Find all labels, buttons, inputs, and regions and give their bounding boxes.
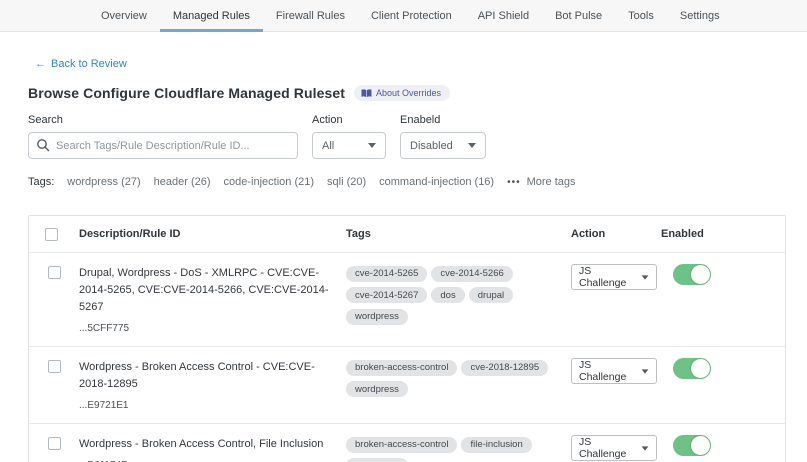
enabled-filter-value: Disabled	[410, 140, 453, 152]
rule-description: Drupal, Wordpress - DoS - XMLRPC - CVE:C…	[79, 265, 332, 316]
rule-action-dropdown[interactable]: JS Challenge	[571, 358, 657, 384]
action-filter-dropdown[interactable]: All	[312, 132, 386, 159]
chevron-down-icon	[468, 143, 476, 148]
rule-action-value: JS Challenge	[579, 359, 641, 383]
tag-pill[interactable]: cve-2018-12895	[461, 360, 548, 376]
rule-id: ...E9721E1	[79, 400, 332, 411]
ellipsis-icon: •••	[507, 177, 521, 188]
rule-tags: broken-access-controlfile-inclusion wordp…	[346, 424, 571, 462]
chevron-down-icon	[642, 275, 649, 279]
tab-tools[interactable]: Tools	[615, 0, 667, 31]
top-nav-bar: OverviewManaged RulesFirewall RulesClien…	[0, 0, 807, 32]
action-filter-value: All	[322, 140, 334, 152]
chevron-down-icon	[642, 369, 649, 373]
tags-bar: Tags: wordpress (27) header (26) code-inje…	[28, 176, 786, 188]
tag-filter-sqli-20[interactable]: sqli (20)	[327, 176, 366, 188]
table-row: Wordpress - Broken Access Control - CVE:…	[29, 346, 785, 423]
enabled-filter-group: Enabeld Disabled	[400, 114, 486, 159]
rule-description: Wordpress - Broken Access Control - CVE:…	[79, 359, 332, 393]
tab-bot-pulse[interactable]: Bot Pulse	[542, 0, 615, 31]
row-checkbox[interactable]	[48, 437, 61, 450]
search-input[interactable]	[28, 132, 298, 159]
about-overrides-badge[interactable]: About Overrides	[354, 85, 450, 101]
tag-pill[interactable]: drupal	[469, 287, 513, 303]
tab-managed-rules[interactable]: Managed Rules	[160, 0, 263, 31]
rule-action-dropdown[interactable]: JS Challenge	[571, 435, 657, 461]
table-row: Drupal, Wordpress - DoS - XMLRPC - CVE:C…	[29, 252, 785, 346]
column-header-description: Description/Rule ID	[79, 216, 346, 252]
tag-pill[interactable]: cve-2014-5267	[346, 287, 427, 303]
chevron-down-icon	[368, 143, 376, 148]
column-header-enabled: Enabled	[661, 216, 785, 252]
back-arrow-icon: ←	[35, 58, 46, 70]
enabled-label: Enabeld	[400, 114, 486, 126]
enabled-filter-dropdown[interactable]: Disabled	[400, 132, 486, 159]
rule-tags: broken-access-controlcve-2018-12895 wordp…	[346, 347, 571, 423]
rule-tags: cve-2014-5265cve-2014-5266cve-2014-5267d…	[346, 253, 571, 346]
tag-pill[interactable]: wordpress	[346, 309, 408, 325]
chevron-down-icon	[642, 446, 649, 450]
rule-enabled-toggle[interactable]	[673, 435, 711, 456]
back-link-label: Back to Review	[51, 58, 127, 70]
tag-filter-header-26[interactable]: header (26)	[154, 176, 211, 188]
table-body: Drupal, Wordpress - DoS - XMLRPC - CVE:C…	[29, 252, 785, 462]
search-icon	[36, 138, 50, 152]
rule-enabled-toggle[interactable]	[673, 358, 711, 379]
book-icon	[361, 89, 372, 98]
tag-pill[interactable]: wordpress	[346, 381, 408, 397]
rule-action-dropdown[interactable]: JS Challenge	[571, 264, 657, 290]
tab-firewall-rules[interactable]: Firewall Rules	[263, 0, 358, 31]
tab-client-protection[interactable]: Client Protection	[358, 0, 465, 31]
tag-filter-code-injection-21[interactable]: code-injection (21)	[224, 176, 315, 188]
tag-filter-command-injection-16[interactable]: command-injection (16)	[379, 176, 494, 188]
column-header-tags: Tags	[346, 216, 571, 252]
rule-action-value: JS Challenge	[579, 436, 641, 460]
row-checkbox[interactable]	[48, 360, 61, 373]
toggle-knob	[691, 265, 710, 284]
tab-api-shield[interactable]: API Shield	[465, 0, 542, 31]
badge-label: About Overrides	[376, 88, 441, 98]
search-filter-group: Search	[28, 114, 298, 159]
rule-action-value: JS Challenge	[579, 265, 641, 289]
page-title: Browse Configure Cloudflare Managed Rule…	[28, 85, 345, 101]
table-row: Wordpress - Broken Access Control, File …	[29, 423, 785, 462]
action-filter-group: Action All	[312, 114, 386, 159]
rule-description: Wordpress - Broken Access Control, File …	[79, 436, 332, 453]
rule-enabled-toggle[interactable]	[673, 264, 711, 285]
tag-pill[interactable]: broken-access-control	[346, 437, 457, 453]
nav-tabs: OverviewManaged RulesFirewall RulesClien…	[88, 0, 667, 31]
tag-pill[interactable]: cve-2014-5266	[431, 266, 512, 282]
tab-settings[interactable]: Settings	[667, 0, 733, 31]
action-label: Action	[312, 114, 386, 126]
tag-filter-wordpress-27[interactable]: wordpress (27)	[67, 176, 140, 188]
tag-pill[interactable]: file-inclusion	[461, 437, 531, 453]
rule-id: ...5CFF775	[79, 323, 332, 334]
rules-table: Description/Rule ID Tags Action Enabled …	[28, 215, 786, 462]
tag-pill[interactable]: wordpress	[346, 458, 408, 462]
row-checkbox[interactable]	[48, 266, 61, 279]
search-label: Search	[28, 114, 298, 126]
more-tags-button[interactable]: ••• More tags	[507, 176, 575, 188]
tags-bar-items: wordpress (27) header (26) code-injection …	[67, 176, 494, 188]
toggle-knob	[691, 436, 710, 455]
tag-pill[interactable]: dos	[431, 287, 464, 303]
select-all-checkbox[interactable]	[45, 228, 58, 241]
more-tags-label: More tags	[527, 176, 576, 188]
tab-overview[interactable]: Overview	[88, 0, 160, 31]
toggle-knob	[691, 359, 710, 378]
tags-bar-label: Tags:	[28, 176, 54, 188]
tag-pill[interactable]: cve-2014-5265	[346, 266, 427, 282]
column-header-action: Action	[571, 216, 661, 252]
back-to-review-link[interactable]: ← Back to Review	[35, 58, 127, 70]
tag-pill[interactable]: broken-access-control	[346, 360, 457, 376]
table-header-row: Description/Rule ID Tags Action Enabled	[29, 216, 785, 252]
